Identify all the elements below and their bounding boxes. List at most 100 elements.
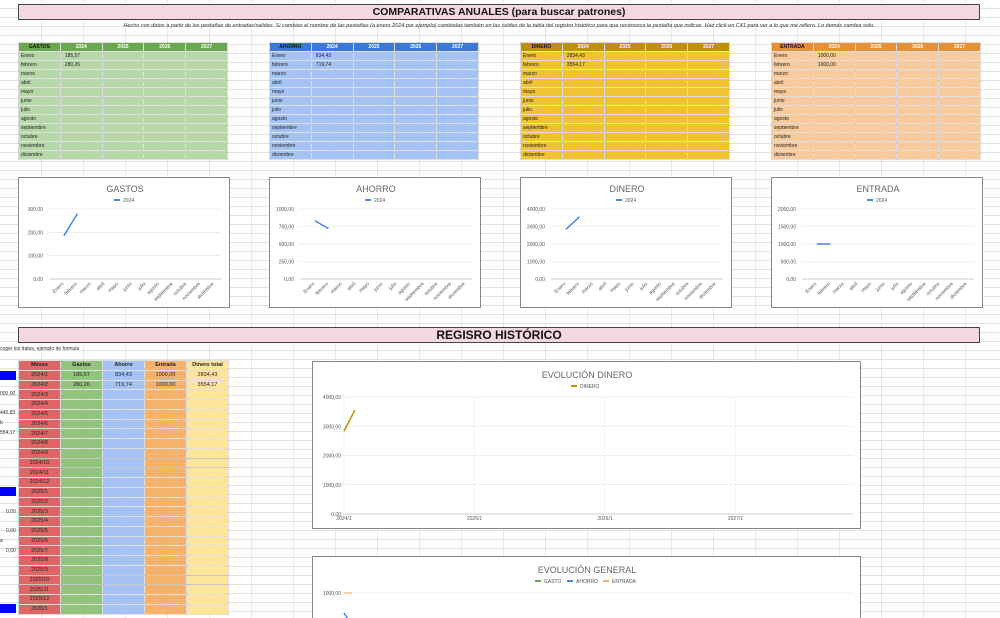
history-cell[interactable] [102, 535, 145, 547]
value-cell[interactable] [352, 60, 396, 70]
value-cell[interactable] [896, 123, 940, 133]
month-cell[interactable]: Enero [18, 51, 61, 61]
history-cell[interactable] [60, 506, 103, 517]
value-cell[interactable] [938, 87, 981, 97]
history-cell[interactable]: 2024/5 [18, 408, 61, 420]
history-cell[interactable] [144, 399, 187, 410]
value-cell[interactable] [938, 114, 981, 124]
value-cell[interactable] [59, 105, 103, 115]
value-cell[interactable] [687, 69, 730, 79]
value-cell[interactable] [687, 123, 730, 133]
history-cell[interactable] [60, 564, 103, 576]
value-cell[interactable] [185, 123, 228, 133]
history-cell[interactable] [144, 555, 187, 566]
history-cell[interactable]: 834,43 [102, 369, 145, 381]
value-cell[interactable] [812, 105, 856, 115]
value-cell[interactable] [310, 69, 354, 79]
history-cell[interactable]: 2025/3 [18, 506, 61, 517]
month-cell[interactable]: marzo [771, 69, 814, 79]
value-cell[interactable] [59, 87, 103, 97]
value-cell[interactable] [352, 96, 396, 106]
value-cell[interactable] [394, 123, 438, 133]
history-cell[interactable] [60, 477, 103, 488]
month-cell[interactable]: octubre [771, 132, 814, 142]
history-cell[interactable] [102, 399, 145, 410]
value-cell[interactable] [896, 150, 940, 160]
history-cell[interactable] [186, 496, 229, 508]
month-cell[interactable]: noviembre [520, 141, 563, 151]
history-cell[interactable] [60, 496, 103, 508]
month-cell[interactable]: marzo [520, 69, 563, 79]
value-cell[interactable] [854, 123, 898, 133]
value-cell[interactable] [561, 69, 605, 79]
value-cell[interactable] [645, 78, 689, 88]
value-cell[interactable] [896, 132, 940, 142]
value-cell[interactable] [854, 114, 898, 124]
value-cell[interactable] [59, 123, 103, 133]
value-cell[interactable] [101, 78, 145, 88]
history-cell[interactable] [102, 486, 145, 498]
value-cell[interactable] [101, 150, 145, 160]
history-cell[interactable] [102, 496, 145, 508]
value-cell[interactable] [938, 60, 981, 70]
value-cell[interactable] [854, 51, 898, 61]
history-cell[interactable] [144, 389, 187, 400]
history-cell[interactable]: 2024/2 [18, 379, 61, 391]
history-cell[interactable] [186, 603, 229, 615]
month-cell[interactable]: diciembre [18, 150, 61, 160]
history-cell[interactable]: 2024/11 [18, 467, 61, 478]
value-cell[interactable] [185, 141, 228, 151]
history-cell[interactable] [186, 438, 229, 449]
value-cell[interactable] [645, 141, 689, 151]
history-cell[interactable] [144, 457, 187, 469]
value-cell[interactable] [645, 132, 689, 142]
value-cell[interactable] [896, 78, 940, 88]
history-cell[interactable] [186, 447, 229, 459]
value-cell[interactable] [101, 132, 145, 142]
history-cell[interactable]: 2024/12 [18, 477, 61, 488]
history-cell[interactable] [102, 545, 145, 556]
value-cell[interactable] [896, 69, 940, 79]
value-cell[interactable] [896, 141, 940, 151]
value-cell[interactable] [687, 51, 730, 61]
month-cell[interactable]: Enero [771, 51, 814, 61]
month-cell[interactable]: noviembre [771, 141, 814, 151]
value-cell[interactable] [185, 105, 228, 115]
value-cell[interactable] [185, 51, 228, 61]
value-cell[interactable]: 719,74 [310, 60, 354, 70]
value-cell[interactable] [436, 141, 479, 151]
history-cell[interactable] [144, 467, 187, 478]
value-cell[interactable] [59, 150, 103, 160]
value-cell[interactable] [812, 141, 856, 151]
value-cell[interactable] [394, 96, 438, 106]
value-cell[interactable]: 280,26 [59, 60, 103, 70]
history-cell[interactable] [102, 447, 145, 459]
value-cell[interactable] [896, 114, 940, 124]
history-cell[interactable] [186, 428, 229, 439]
value-cell[interactable] [59, 132, 103, 142]
history-cell[interactable] [186, 506, 229, 517]
value-cell[interactable] [436, 150, 479, 160]
value-cell[interactable] [896, 60, 940, 70]
value-cell[interactable] [394, 78, 438, 88]
history-cell[interactable] [60, 428, 103, 439]
month-cell[interactable]: febrero [269, 60, 312, 70]
value-cell[interactable] [896, 51, 940, 61]
value-cell[interactable] [645, 150, 689, 160]
history-cell[interactable] [60, 438, 103, 449]
value-cell[interactable] [812, 123, 856, 133]
history-cell[interactable] [186, 555, 229, 566]
value-cell[interactable] [854, 132, 898, 142]
value-cell[interactable] [812, 69, 856, 79]
history-cell[interactable]: 2025/10 [18, 574, 61, 586]
history-cell[interactable] [102, 477, 145, 488]
value-cell[interactable] [143, 105, 187, 115]
history-cell[interactable] [102, 574, 145, 586]
value-cell[interactable] [394, 141, 438, 151]
value-cell[interactable] [854, 141, 898, 151]
value-cell[interactable] [394, 51, 438, 61]
value-cell[interactable] [185, 132, 228, 142]
value-cell[interactable] [436, 96, 479, 106]
month-cell[interactable]: diciembre [269, 150, 312, 160]
value-cell[interactable] [101, 87, 145, 97]
